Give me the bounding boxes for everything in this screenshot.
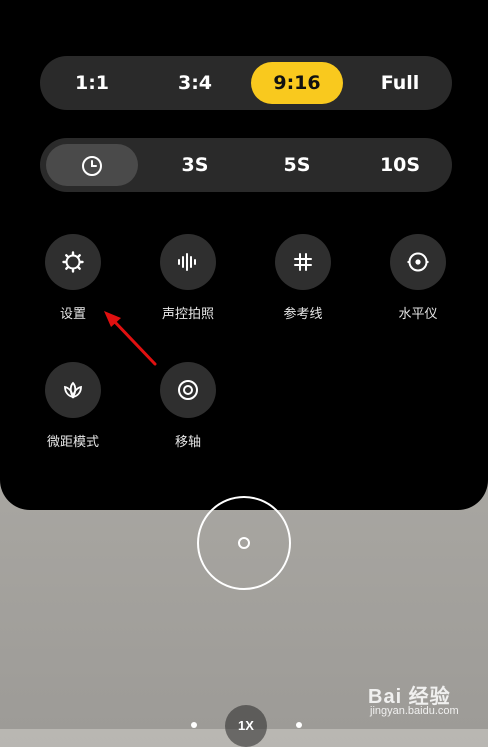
zoom-button[interactable]: 1X	[225, 705, 267, 747]
timer-3s[interactable]: 3S	[149, 138, 241, 192]
ratio-1-1[interactable]: 1:1	[46, 56, 138, 110]
option-macro-label: 微距模式	[46, 435, 99, 450]
tilt-shift-icon	[178, 380, 198, 400]
option-voice-shutter-button[interactable]	[160, 234, 216, 290]
shutter-center-dot	[238, 537, 250, 549]
mode-dot-left	[191, 722, 197, 728]
option-level[interactable]: 水平仪	[368, 234, 468, 322]
baidu-watermark-url: jingyan.baidu.com	[370, 705, 459, 717]
ratio-full[interactable]: Full	[354, 56, 446, 110]
quick-settings-panel: 1:1 3:4 9:16 Full 3S 5S 10S 设置 声控拍照 参考线 …	[0, 0, 488, 510]
level-icon	[407, 252, 429, 272]
sound-wave-icon	[178, 253, 196, 271]
ratio-9-16[interactable]: 9:16	[251, 62, 343, 104]
ratio-3-4[interactable]: 3:4	[149, 56, 241, 110]
option-settings[interactable]: 设置	[23, 234, 123, 322]
option-level-button[interactable]	[390, 234, 446, 290]
option-settings-label: 设置	[59, 307, 86, 322]
option-voice-shutter-label: 声控拍照	[161, 307, 214, 322]
timer-selector: 3S 5S 10S	[40, 138, 452, 192]
timer-off[interactable]	[46, 144, 138, 186]
settings-gear-icon	[62, 251, 84, 273]
aspect-ratio-selector: 1:1 3:4 9:16 Full	[40, 56, 452, 110]
grid-hash-icon	[294, 253, 312, 271]
option-tilt-shift[interactable]: 移轴	[138, 362, 238, 450]
macro-flower-icon	[64, 381, 82, 399]
option-gridlines[interactable]: 参考线	[253, 234, 353, 322]
option-level-label: 水平仪	[398, 307, 438, 322]
option-voice-shutter[interactable]: 声控拍照	[138, 234, 238, 322]
mode-dot-right	[296, 722, 302, 728]
option-tilt-shift-label: 移轴	[174, 435, 201, 450]
option-tilt-shift-button[interactable]	[160, 362, 216, 418]
option-settings-button[interactable]	[45, 234, 101, 290]
timer-5s[interactable]: 5S	[251, 138, 343, 192]
option-gridlines-label: 参考线	[283, 307, 323, 322]
option-macro[interactable]: 微距模式	[23, 362, 123, 450]
option-gridlines-button[interactable]	[275, 234, 331, 290]
option-macro-button[interactable]	[45, 362, 101, 418]
timer-icon	[82, 155, 102, 176]
timer-10s[interactable]: 10S	[354, 138, 446, 192]
